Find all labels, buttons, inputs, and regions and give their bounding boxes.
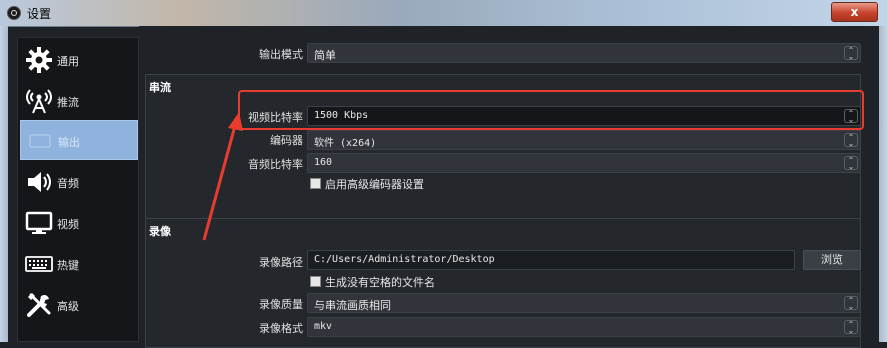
sidebar-item-label: 推流 — [57, 96, 79, 109]
sidebar-item-hotkeys[interactable]: 热键 — [20, 244, 138, 284]
select-arrows-icon: ⌃ ⌄ — [844, 320, 858, 335]
sidebar-item-label: 高级 — [57, 300, 79, 313]
encoder-value: 软件 (x264) — [314, 138, 377, 149]
output-icon — [26, 127, 54, 155]
speaker-icon — [25, 168, 53, 196]
advanced-encoder-checkbox[interactable] — [310, 178, 321, 189]
select-arrows-icon: ⌃ ⌄ — [844, 46, 858, 61]
tools-icon — [25, 291, 53, 319]
sidebar-item-video[interactable]: 视频 — [20, 203, 138, 243]
output-mode-value: 简单 — [314, 49, 336, 62]
select-arrows-icon: ⌃ ⌄ — [844, 296, 858, 311]
recording-quality-value: 与串流画质相同 — [314, 299, 391, 312]
recording-quality-select[interactable]: 与串流画质相同 ⌃ ⌄ — [307, 293, 861, 313]
recording-path-label: 录像路径 — [259, 256, 303, 269]
streaming-group-title: 串流 — [149, 81, 171, 94]
sidebar-item-stream[interactable]: 推流 — [20, 81, 138, 121]
output-settings-panel: 输出模式 简单 ⌃ ⌄ 串流 视频比特率 1500 Kbps ⌃ ⌄ 编码器 软件 … — [139, 26, 879, 348]
gear-icon — [25, 46, 53, 74]
settings-sidebar: 通用 推流 输出 音频 视频 热键 高级 — [17, 37, 139, 342]
video-bitrate-highlight — [238, 90, 864, 130]
sidebar-item-audio[interactable]: 音频 — [20, 162, 138, 202]
recording-path-value: C:/Users/Administrator/Desktop — [314, 254, 495, 265]
broadcast-icon — [25, 87, 53, 115]
close-button[interactable]: x — [831, 2, 878, 22]
select-arrows-icon: ⌃ ⌄ — [844, 156, 858, 171]
sidebar-item-label: 视频 — [57, 218, 79, 231]
recording-quality-label: 录像质量 — [259, 298, 303, 311]
encoder-label: 编码器 — [270, 134, 303, 147]
encoder-select[interactable]: 软件 (x264) ⌃ ⌄ — [307, 130, 861, 150]
output-mode-label: 输出模式 — [259, 48, 303, 61]
sidebar-item-label: 音频 — [57, 177, 79, 190]
obs-logo-icon — [7, 6, 21, 20]
recording-format-label: 录像格式 — [259, 322, 303, 335]
advanced-encoder-label: 启用高级编码器设置 — [325, 178, 424, 191]
title-bar: 设置 x — [0, 0, 887, 27]
keyboard-icon — [25, 250, 53, 278]
monitor-icon — [25, 209, 53, 237]
select-arrows-icon: ⌃ ⌄ — [844, 133, 858, 148]
browse-button[interactable]: 浏览 — [803, 250, 861, 270]
window-title: 设置 — [27, 7, 52, 21]
sidebar-item-label: 热键 — [57, 259, 79, 272]
sidebar-item-label: 输出 — [58, 136, 80, 149]
sidebar-item-general[interactable]: 通用 — [20, 40, 138, 80]
sidebar-item-label: 通用 — [57, 55, 79, 68]
recording-path-input[interactable]: C:/Users/Administrator/Desktop — [307, 250, 795, 270]
sidebar-item-output[interactable]: 输出 — [20, 120, 138, 160]
audio-bitrate-value: 160 — [314, 157, 333, 168]
no-space-filename-label: 生成没有空格的文件名 — [325, 276, 435, 289]
recording-format-value: mkv — [314, 321, 333, 332]
no-space-filename-checkbox[interactable] — [310, 276, 321, 287]
audio-bitrate-select[interactable]: 160 ⌃ ⌄ — [307, 153, 861, 173]
window-frame-left — [0, 26, 8, 342]
sidebar-item-advanced[interactable]: 高级 — [20, 285, 138, 325]
recording-group-title: 录像 — [149, 225, 171, 238]
audio-bitrate-label: 音频比特率 — [248, 158, 303, 171]
output-mode-select[interactable]: 简单 ⌃ ⌄ — [307, 43, 861, 63]
window-frame-right — [879, 26, 887, 342]
recording-format-select[interactable]: mkv ⌃ ⌄ — [307, 317, 861, 337]
